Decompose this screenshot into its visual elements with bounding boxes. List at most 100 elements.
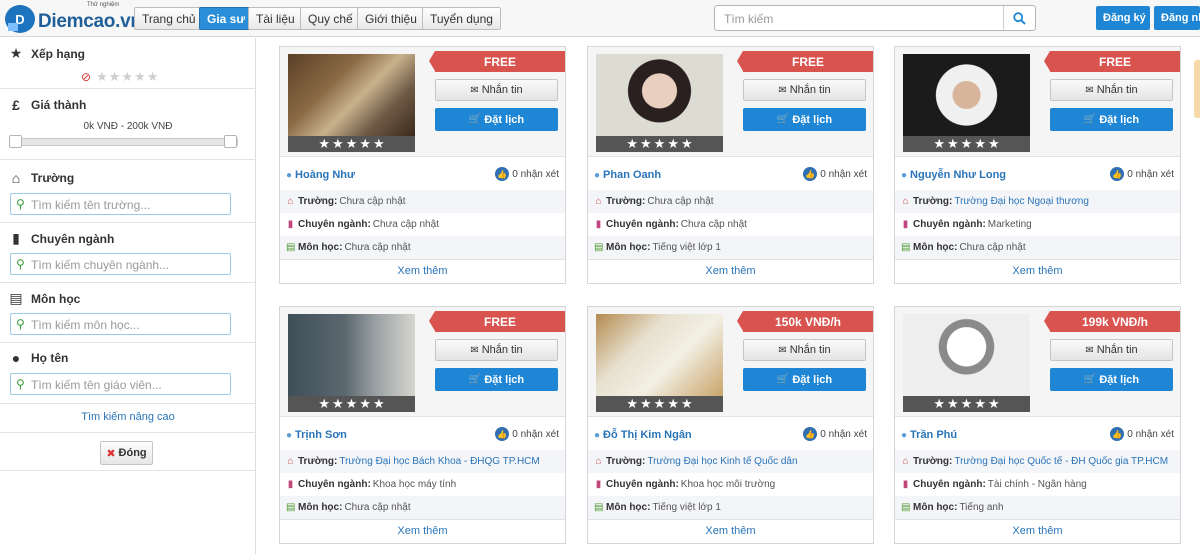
see-more-link[interactable]: Xem thêm — [280, 519, 565, 543]
tutor-photo[interactable]: ★ ★ ★ ★ ★ — [288, 314, 415, 412]
nav-quy-che[interactable]: Quy chế — [300, 7, 361, 30]
star-icon: ★ — [640, 396, 652, 411]
star-icon: ★ — [359, 136, 371, 151]
rating-star-1[interactable]: ★ — [96, 69, 108, 85]
envelope-icon: ✉ — [778, 344, 787, 356]
rating-star-4[interactable]: ★ — [134, 69, 146, 85]
message-button[interactable]: ✉ Nhắn tin — [1050, 339, 1173, 361]
review-count: 👍 0 nhận xét — [495, 167, 559, 181]
teacher-name-search-input[interactable]: ⚲ Tìm kiếm tên giáo viên... — [10, 373, 231, 395]
star-icon: ★ — [960, 396, 973, 411]
book-button[interactable]: 🛒 Đặt lịch — [1050, 108, 1173, 131]
book-button[interactable]: 🛒 Đặt lịch — [435, 108, 558, 131]
message-button[interactable]: ✉ Nhắn tin — [435, 339, 558, 361]
book-icon: ▤ — [9, 290, 23, 306]
tutor-name[interactable]: ● Nguyễn Như Long — [901, 169, 1006, 181]
subject-search-input[interactable]: ⚲ Tìm kiếm môn học... — [10, 313, 231, 335]
register-button[interactable]: Đăng ký — [1096, 6, 1150, 30]
tutor-name[interactable]: ● Phan Oanh — [594, 169, 661, 181]
site-logo[interactable]: D Diemcao.vn Thử nghiệm — [5, 2, 142, 34]
star-icon: ★ — [372, 136, 385, 151]
book-icon: ▤ — [286, 242, 296, 253]
search-icon: ⚲ — [16, 317, 25, 331]
nav-trang-chu[interactable]: Trang chủ — [134, 7, 204, 30]
filter-major-label: Chuyên ngành — [31, 231, 115, 246]
see-more-link[interactable]: Xem thêm — [895, 259, 1180, 283]
search-icon — [1013, 11, 1026, 25]
price-slider[interactable] — [9, 135, 238, 148]
thumbs-up-icon: 👍 — [1110, 167, 1125, 181]
review-count: 👍 0 nhận xét — [1110, 427, 1174, 441]
star-icon: ★ — [626, 396, 639, 411]
nav-gia-su[interactable]: Gia sư — [199, 7, 254, 30]
tutor-photo[interactable]: ★ ★ ★ ★ ★ — [903, 314, 1030, 412]
book-button[interactable]: 🛒 Đặt lịch — [743, 368, 866, 391]
user-icon: ● — [11, 350, 21, 366]
filter-sidebar: ★ Xếp hạng ⊘ ★ ★ ★ ★ ★ £ Giá thành 0k VN… — [0, 38, 256, 554]
user-icon: ● — [594, 429, 601, 441]
message-button[interactable]: ✉ Nhắn tin — [743, 339, 866, 361]
tutor-school: ⌂ Trường: Trường Đại học Kinh tế Quốc dâ… — [588, 450, 873, 473]
major-search-input[interactable]: ⚲ Tìm kiếm chuyên ngành... — [10, 253, 231, 275]
book-icon: ▤ — [594, 502, 604, 513]
school-search-input[interactable]: ⚲ Tìm kiếm tên trường... — [10, 193, 231, 215]
tutor-photo[interactable]: ★ ★ ★ ★ ★ — [596, 314, 723, 412]
login-button[interactable]: Đăng nh — [1154, 6, 1200, 30]
close-icon: ✖ — [106, 447, 116, 460]
search-button[interactable] — [1003, 6, 1035, 30]
tutor-name[interactable]: ● Đỗ Thị Kim Ngân — [594, 429, 692, 441]
book-button[interactable]: 🛒 Đặt lịch — [1050, 368, 1173, 391]
nav-tai-lieu[interactable]: Tài liệu — [248, 7, 303, 30]
see-more-link[interactable]: Xem thêm — [588, 519, 873, 543]
pound-icon: £ — [12, 97, 20, 113]
tutor-card: ★ ★ ★ ★ ★ FREE ✉ Nhắn tin 🛒 Đặt lịch ● Trịnh… — [279, 306, 566, 544]
nav-tuyen-dung[interactable]: Tuyển dụng — [422, 7, 501, 30]
see-more-link[interactable]: Xem thêm — [895, 519, 1180, 543]
tutor-subject: ▤ Môn học: Chưa cập nhật — [280, 496, 565, 519]
message-button[interactable]: ✉ Nhắn tin — [435, 79, 558, 101]
close-filter-button[interactable]: ✖ Đóng — [100, 441, 153, 465]
price-slider-min-handle[interactable] — [9, 135, 22, 148]
rating-star-3[interactable]: ★ — [121, 69, 133, 85]
tutor-photo[interactable]: ★ ★ ★ ★ ★ — [903, 54, 1030, 152]
tutor-name[interactable]: ● Trịnh Sơn — [286, 429, 347, 441]
tutor-subject: ▤ Môn học: Tiếng anh — [895, 496, 1180, 519]
filter-subject-label: Môn học — [31, 291, 81, 306]
tutor-card: ★ ★ ★ ★ ★ 199k VNĐ/h ✉ Nhắn tin 🛒 Đặt lịch ●… — [894, 306, 1181, 544]
clear-rating-icon[interactable]: ⊘ — [81, 70, 91, 84]
filter-price-label: Giá thành — [31, 98, 87, 112]
see-more-link[interactable]: Xem thêm — [280, 259, 565, 283]
nav-gioi-thieu[interactable]: Giới thiệu — [357, 7, 425, 30]
rating-stars[interactable]: ⊘ ★ ★ ★ ★ ★ — [81, 69, 159, 85]
search-box[interactable]: Tìm kiếm — [714, 5, 1036, 31]
tutor-photo[interactable]: ★ ★ ★ ★ ★ — [288, 54, 415, 152]
tutor-subject: ▤ Môn học: Tiếng việt lớp 1 — [588, 496, 873, 519]
thumbs-up-icon: 👍 — [803, 167, 818, 181]
tutor-school: ⌂ Trường: Trường Đại học Quốc tế - ĐH Qu… — [895, 450, 1180, 473]
see-more-link[interactable]: Xem thêm — [588, 259, 873, 283]
star-icon: ★ — [318, 396, 331, 411]
bookmark-icon: ▮ — [12, 230, 20, 246]
advanced-search-link[interactable]: Tìm kiếm nâng cao — [0, 411, 256, 423]
side-tab[interactable] — [1194, 60, 1200, 118]
star-icon: ★ — [987, 136, 1000, 151]
bookmark-icon: ▮ — [595, 479, 602, 490]
rating-star-2[interactable]: ★ — [109, 69, 121, 85]
tutor-name[interactable]: ● Trần Phú — [901, 429, 957, 441]
message-button[interactable]: ✉ Nhắn tin — [1050, 79, 1173, 101]
book-button[interactable]: 🛒 Đặt lịch — [435, 368, 558, 391]
thumbs-up-icon: 👍 — [803, 427, 818, 441]
tutor-major: ▮ Chuyên ngành: Khoa học máy tính — [280, 473, 565, 496]
tutor-photo[interactable]: ★ ★ ★ ★ ★ — [596, 54, 723, 152]
rating-star-5[interactable]: ★ — [147, 69, 159, 85]
book-button[interactable]: 🛒 Đặt lịch — [743, 108, 866, 131]
home-icon: ⌂ — [902, 196, 909, 207]
tutor-name[interactable]: ● Hoàng Như — [286, 169, 355, 181]
price-slider-max-handle[interactable] — [224, 135, 237, 148]
star-icon: ★ — [345, 396, 358, 411]
search-input[interactable]: Tìm kiếm — [724, 12, 773, 26]
star-icon: ★ — [987, 396, 1000, 411]
tutor-subject: ▤ Môn học: Chưa cập nhật — [895, 236, 1180, 259]
price-ribbon: FREE — [1044, 51, 1180, 72]
message-button[interactable]: ✉ Nhắn tin — [743, 79, 866, 101]
